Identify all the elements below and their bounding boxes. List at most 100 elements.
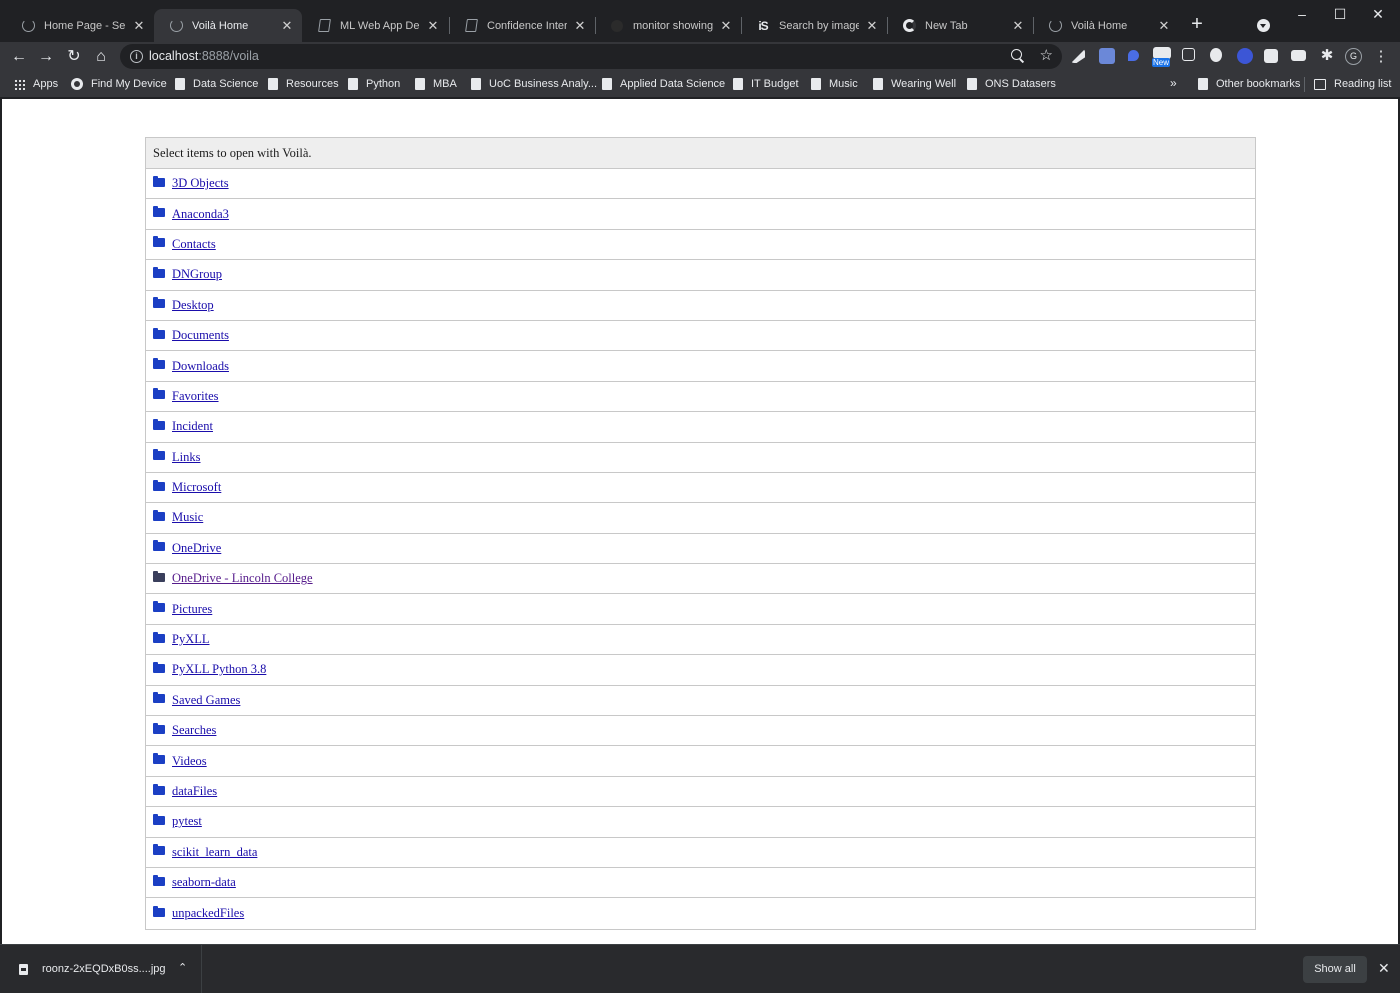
download-filename: roonz-2xEQDxB0ss....jpg: [42, 963, 166, 975]
folder-link[interactable]: scikit_learn_data: [172, 845, 257, 860]
new-badge: New: [1152, 58, 1171, 67]
folder-list: 3D Objects Anaconda3 Contacts DNGroup Deskto…: [146, 169, 1255, 929]
extension-code-icon[interactable]: [1264, 49, 1278, 63]
folder-link[interactable]: PyXLL: [172, 632, 210, 647]
home-button[interactable]: ⌂: [90, 46, 112, 68]
close-tab-icon[interactable]: ✕: [132, 18, 146, 34]
address-bar[interactable]: i localhost:8888/voila ☆: [120, 44, 1062, 69]
bookmark-folder-applied-data-science[interactable]: Applied Data Science: [602, 77, 725, 91]
bookmark-folder-python[interactable]: Python: [348, 77, 400, 91]
forward-button[interactable]: →: [35, 46, 57, 68]
extensions-puzzle-icon[interactable]: ✱: [1319, 48, 1335, 64]
bookmark-other-bookmarks[interactable]: Other bookmarks: [1198, 77, 1300, 91]
close-tab-icon[interactable]: ✕: [1011, 18, 1025, 34]
tab-search-by-image[interactable]: iS Search by image - t ✕: [741, 9, 887, 42]
extension-new-icon[interactable]: New: [1152, 47, 1171, 67]
browser-menu-icon[interactable]: ⋮: [1370, 46, 1392, 68]
close-tab-icon[interactable]: ✕: [719, 18, 733, 34]
zoom-icon[interactable]: [1010, 48, 1026, 64]
bookmark-find-my-device[interactable]: Find My Device: [71, 77, 167, 91]
folder-link[interactable]: pytest: [172, 814, 202, 829]
tab-ml-web-app[interactable]: ML Web App Deplo ✕: [302, 9, 448, 42]
bookmark-folder-music[interactable]: Music: [811, 77, 858, 91]
folder-link[interactable]: Music: [172, 510, 203, 525]
folder-link[interactable]: Favorites: [172, 389, 219, 404]
folder-link[interactable]: Anaconda3: [172, 207, 229, 222]
folder-link[interactable]: Microsoft: [172, 480, 221, 495]
tab-home-page[interactable]: Home Page - Select ✕: [6, 9, 154, 42]
bookmark-page-icon: [811, 78, 821, 90]
reload-button[interactable]: ↻: [63, 46, 85, 68]
document-icon: [316, 18, 332, 34]
folder-link[interactable]: unpackedFiles: [172, 906, 244, 921]
close-window-button[interactable]: ✕: [1356, 2, 1400, 26]
tab-voila-home-2[interactable]: Voilà Home ✕: [1033, 9, 1179, 42]
folder-row: seaborn-data: [146, 868, 1255, 899]
bookmark-folder-mba[interactable]: MBA: [415, 77, 457, 91]
bookmark-star-icon[interactable]: ☆: [1040, 47, 1053, 65]
bookmark-folder-resources[interactable]: Resources: [268, 77, 339, 91]
close-shelf-icon[interactable]: ✕: [1378, 960, 1390, 977]
folder-link[interactable]: seaborn-data: [172, 875, 236, 890]
folder-link[interactable]: PyXLL Python 3.8: [172, 662, 266, 677]
folder-link[interactable]: Desktop: [172, 298, 214, 313]
download-item[interactable]: roonz-2xEQDxB0ss....jpg ⌃: [0, 945, 202, 993]
folder-link[interactable]: OneDrive: [172, 541, 221, 556]
folder-link[interactable]: Links: [172, 450, 200, 465]
bookmark-folder-it-budget[interactable]: IT Budget: [733, 77, 799, 91]
close-tab-icon[interactable]: ✕: [280, 18, 294, 34]
bookmark-page-icon: [602, 78, 612, 90]
tab-confidence-interval[interactable]: Confidence Interval ✕: [449, 9, 595, 42]
extension-arrow-icon[interactable]: [1071, 49, 1085, 63]
folder-link[interactable]: Videos: [172, 754, 207, 769]
folder-link[interactable]: DNGroup: [172, 267, 222, 282]
close-tab-icon[interactable]: ✕: [865, 18, 879, 34]
folder-link[interactable]: Contacts: [172, 237, 216, 252]
reading-list-button[interactable]: Reading list: [1314, 77, 1391, 91]
bookmark-apps[interactable]: Apps: [14, 77, 58, 91]
tab-new-tab[interactable]: New Tab ✕: [887, 9, 1033, 42]
folder-row: Saved Games: [146, 686, 1255, 717]
folder-link[interactable]: OneDrive - Lincoln College: [172, 571, 313, 586]
folder-link[interactable]: Pictures: [172, 602, 212, 617]
close-tab-icon[interactable]: ✕: [573, 18, 587, 34]
bookmark-folder-ons-datasers[interactable]: ONS Datasers: [967, 77, 1056, 91]
folder-link[interactable]: Downloads: [172, 359, 229, 374]
extension-gem-icon[interactable]: [1128, 50, 1139, 61]
profile-avatar[interactable]: G: [1345, 48, 1362, 65]
extension-bulb-icon[interactable]: [1210, 48, 1222, 62]
loading-spinner-icon: [1047, 18, 1063, 34]
show-all-button[interactable]: Show all: [1303, 956, 1367, 983]
loading-spinner-icon: [168, 18, 184, 34]
bookmark-page-icon: [175, 78, 185, 90]
folder-row: OneDrive: [146, 534, 1255, 565]
back-button[interactable]: ←: [8, 46, 30, 68]
close-tab-icon[interactable]: ✕: [426, 18, 440, 34]
folder-link[interactable]: 3D Objects: [172, 176, 229, 191]
extension-sync-icon[interactable]: [1099, 48, 1115, 64]
folder-link[interactable]: Documents: [172, 328, 229, 343]
folder-link[interactable]: dataFiles: [172, 784, 217, 799]
extension-gear-icon[interactable]: [1237, 48, 1253, 64]
folder-link[interactable]: Saved Games: [172, 693, 240, 708]
url-text[interactable]: localhost:8888/voila: [149, 49, 259, 63]
new-tab-button[interactable]: +: [1188, 14, 1206, 34]
extension-window-icon[interactable]: [1182, 48, 1195, 61]
site-info-icon[interactable]: i: [130, 50, 143, 63]
bookmarks-overflow-chevron-icon[interactable]: »: [1170, 76, 1177, 90]
close-tab-icon[interactable]: ✕: [1157, 18, 1171, 34]
tab-title: Voilà Home: [1071, 19, 1128, 32]
bookmark-folder-data-science[interactable]: Data Science: [175, 77, 258, 91]
chevron-up-icon[interactable]: ⌃: [178, 961, 187, 974]
profile-initial: G: [1349, 51, 1357, 61]
extension-card-icon[interactable]: [1291, 50, 1306, 61]
folder-link[interactable]: Incident: [172, 419, 213, 434]
tab-monitor-showing[interactable]: monitor showing C ✕: [595, 9, 741, 42]
folder-icon: [153, 418, 165, 430]
tab-voila-home-active[interactable]: Voilà Home ✕: [154, 9, 302, 42]
folder-link[interactable]: Searches: [172, 723, 216, 738]
tab-title: Search by image - t: [779, 19, 859, 32]
bookmark-folder-wearing-well[interactable]: Wearing Well: [873, 77, 956, 91]
tab-search-dropdown-icon[interactable]: [1257, 19, 1270, 32]
bookmark-folder-uoc[interactable]: UoC Business Analy...: [471, 77, 597, 91]
